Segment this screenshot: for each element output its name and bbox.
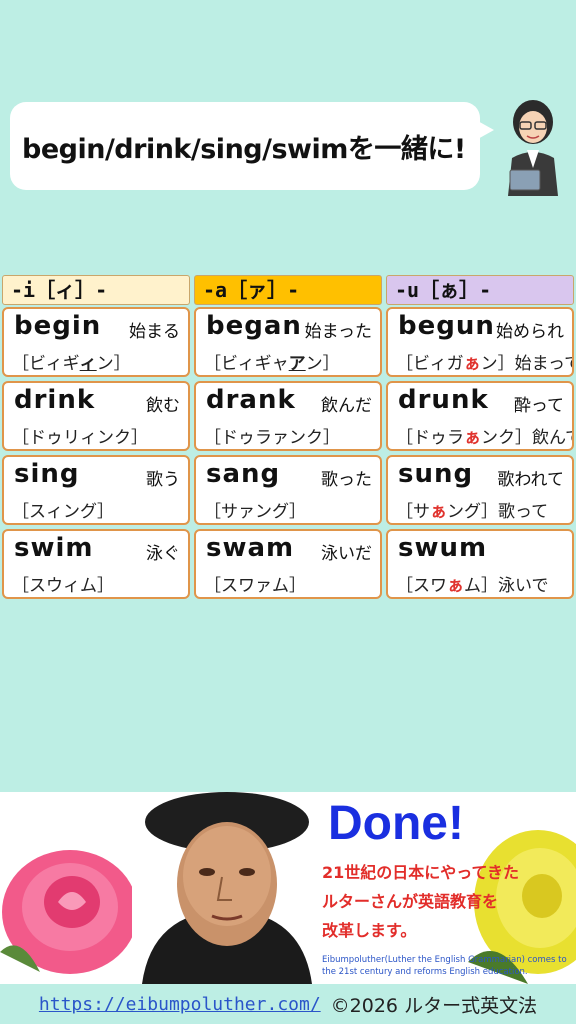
verb-meaning: 飲んだ [321,396,372,416]
verb-cell: drunk 酔って ［ドゥラぁンク］飲んで [386,381,574,451]
verb-cell: begun 始められ ［ビィガぁン］始まって [386,307,574,377]
verb-pronunciation: ［ドゥラぁンク］飲んで [396,423,574,448]
pron-suffix: ン］ [305,354,340,374]
pron-suffix: ン］始まって [480,354,574,374]
header-i: -i［ィ］- [2,275,190,305]
verb-pronunciation: ［スウィム］ [12,576,114,596]
verb-word: began [206,311,302,341]
verb-meaning: 歌われて [497,470,564,490]
pron-suffix: ング］歌って [447,502,549,522]
bubble-text: begin/drink/sing/swimを一緒に! [22,133,466,165]
pron-prefix: ［サ [396,502,430,522]
verb-pronunciation: ［スワァム］ [204,576,306,596]
verb-pronunciation: ［サぁング］歌って [396,497,548,522]
verb-word: begin [14,311,102,341]
pron-vowel-mark: ぁ [447,576,464,596]
verb-pronunciation: ［スワぁム］泳いで [396,571,549,596]
luther-portrait-image [132,792,322,984]
verb-meaning: 始まる [129,322,180,342]
verb-pronunciation: ［サァング］ [204,502,306,522]
table-row: swim 泳ぐ ［スウィム］ swam 泳いだ ［スワァム］ swum ［スワぁム］泳いで [0,529,576,599]
verb-meaning: 酔って [513,396,564,416]
verb-word: begun [398,311,495,341]
verb-cell: drink 飲む ［ドゥリィンク］ [2,381,190,451]
verb-cell: sung 歌われて ［サぁング］歌って [386,455,574,525]
site-link[interactable]: https://eibumpoluther.com/ [39,994,321,1015]
speech-bubble: begin/drink/sing/swimを一緒に! [10,102,494,190]
verb-pronunciation: ［ビィガぁン］始まって [396,349,574,374]
verb-pronunciation: ［ビィギィン］ [12,349,131,374]
pron-prefix: ［ビィギャ [204,354,289,374]
verb-word: swum [398,533,488,563]
verb-meaning: 歌った [321,470,372,490]
table-row: sing 歌う ［スィング］ sang 歌った ［サァング］ sung 歌われて ［サぁング］歌… [0,455,576,525]
verb-meaning: 泳いだ [321,544,372,564]
verb-word: sung [398,459,474,489]
table-row: begin 始まる ［ビィギィン］ began 始まった ［ビィギャアン］ begun 始めら… [0,307,576,377]
pron-vowel-mark: ぁ [430,502,447,522]
verb-word: drank [206,385,296,415]
table-row: drink 飲む ［ドゥリィンク］ drank 飲んだ ［ドゥラァンク］ drunk 酔って ［… [0,381,576,451]
pron-vowel-mark: ア [288,354,306,374]
verb-word: drunk [398,385,489,415]
pron-prefix: ［スワ [396,576,447,596]
verb-cell: sang 歌った ［サァング］ [194,455,382,525]
verb-cell: begin 始まる ［ビィギィン］ [2,307,190,377]
pron-prefix: ［ビィガ [396,354,464,374]
verb-cell: began 始まった ［ビィギャアン］ [194,307,382,377]
banner-japanese-text: 21世紀の日本にやってきた ルターさんが英語教育を 改革します。 [322,863,519,940]
verb-pronunciation: ［ドゥラァンク］ [204,428,340,448]
conjugation-table: -i［ィ］- -a［ァ］- -u［ぁ］- begin 始まる ［ビィギィン］ bega… [0,275,576,603]
verb-word: swam [206,533,295,563]
verb-word: sing [14,459,80,489]
verb-word: drink [14,385,96,415]
pron-vowel-mark: ィ [79,354,97,374]
done-heading: Done! [328,797,464,850]
pron-vowel-mark: ぁ [463,354,481,374]
pron-prefix: ［ビィギ [12,354,80,374]
verb-word: sang [206,459,281,489]
verb-word: swim [14,533,94,563]
verb-meaning: 泳ぐ [146,544,180,564]
verb-cell: swam 泳いだ ［スワァム］ [194,529,382,599]
verb-cell: sing 歌う ［スィング］ [2,455,190,525]
verb-cell: swim 泳ぐ ［スウィム］ [2,529,190,599]
verb-meaning: 歌う [146,470,180,490]
table-rows: begin 始まる ［ビィギィン］ began 始まった ［ビィギャアン］ begun 始めら… [0,307,576,599]
copyright-text: ©2026 ルター式英文法 [330,994,538,1017]
pron-suffix: ン］ [96,354,131,374]
verb-meaning: 始められ [496,322,564,342]
pron-suffix: ンク］飲んで [481,428,574,448]
verb-cell: drank 飲んだ ［ドゥラァンク］ [194,381,382,451]
header-a: -a［ァ］- [194,275,382,305]
verb-meaning: 飲む [146,396,180,416]
pron-suffix: ム］泳いで [464,576,549,596]
pron-prefix: ［ドゥラ [396,428,464,448]
footer: https://eibumpoluther.com/ ©2026 ルター式英文法 [0,984,576,1024]
verb-pronunciation: ［スィング］ [12,502,114,522]
banner-english-text: Eibumpoluther(Luther the English Grammar… [322,955,567,977]
header-u: -u［ぁ］- [386,275,574,305]
verb-pronunciation: ［ドゥリィンク］ [12,428,148,448]
promo-banner: Done! 21世紀の日本にやってきた ルターさんが英語教育を 改革します。 E… [0,792,576,984]
verb-cell: swum ［スワぁム］泳いで [386,529,574,599]
verb-meaning: 始まった [304,322,372,342]
pron-vowel-mark: ぁ [464,428,481,448]
verb-pronunciation: ［ビィギャアン］ [204,349,340,374]
teacher-avatar [508,100,558,196]
pink-rose-image [0,850,138,974]
